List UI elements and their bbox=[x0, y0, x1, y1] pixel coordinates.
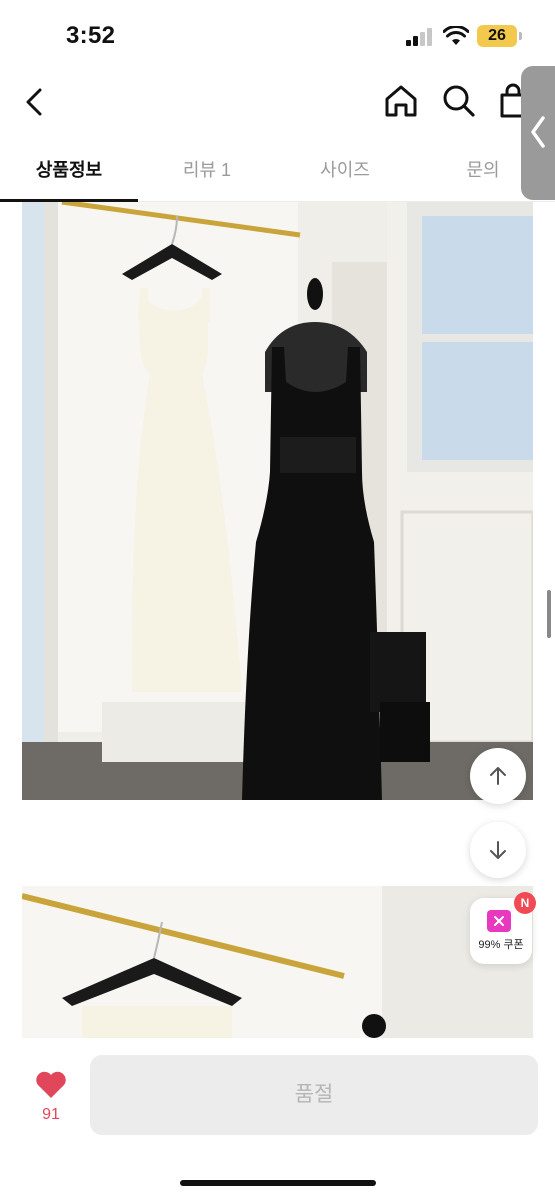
home-indicator[interactable] bbox=[180, 1180, 376, 1186]
back-chevron-icon[interactable] bbox=[18, 82, 54, 122]
status-time: 3:52 bbox=[66, 22, 116, 49]
like-button[interactable]: 91 bbox=[30, 1070, 72, 1136]
tab-reviews[interactable]: 리뷰 1 bbox=[138, 146, 276, 202]
like-count: 91 bbox=[42, 1106, 60, 1123]
product-photo-1 bbox=[22, 202, 533, 800]
arrow-down-icon bbox=[490, 841, 506, 859]
chevron-left-icon bbox=[531, 116, 545, 148]
coupon-label: 99% 쿠폰 bbox=[478, 939, 524, 951]
battery-cap bbox=[519, 32, 522, 40]
coupon-ticket-icon bbox=[487, 910, 511, 932]
product-photo-2 bbox=[22, 886, 533, 1038]
bottom-action-bar: 91 품절 bbox=[0, 1040, 555, 1200]
status-bar: 3:52 26 bbox=[0, 0, 555, 72]
product-tabs: 상품정보 리뷰 1 사이즈 문의 bbox=[0, 146, 555, 202]
tab-product-info[interactable]: 상품정보 bbox=[0, 146, 138, 202]
heart-icon bbox=[36, 1071, 66, 1098]
cellular-signal-icon bbox=[406, 28, 436, 46]
wifi-icon bbox=[443, 26, 469, 45]
search-icon[interactable] bbox=[440, 82, 478, 120]
scroll-top-button[interactable] bbox=[470, 748, 526, 804]
battery-indicator: 26 bbox=[477, 25, 517, 47]
top-nav-bar bbox=[0, 72, 555, 132]
tab-inquiry[interactable]: 문의 bbox=[414, 146, 552, 202]
home-icon[interactable] bbox=[382, 82, 420, 120]
page-scrollbar[interactable] bbox=[547, 590, 551, 638]
arrow-up-icon bbox=[490, 767, 506, 785]
scroll-bottom-button[interactable] bbox=[470, 822, 526, 878]
new-badge: N bbox=[514, 892, 536, 914]
tab-size[interactable]: 사이즈 bbox=[276, 146, 414, 202]
sold-out-button[interactable]: 품절 bbox=[90, 1055, 538, 1135]
